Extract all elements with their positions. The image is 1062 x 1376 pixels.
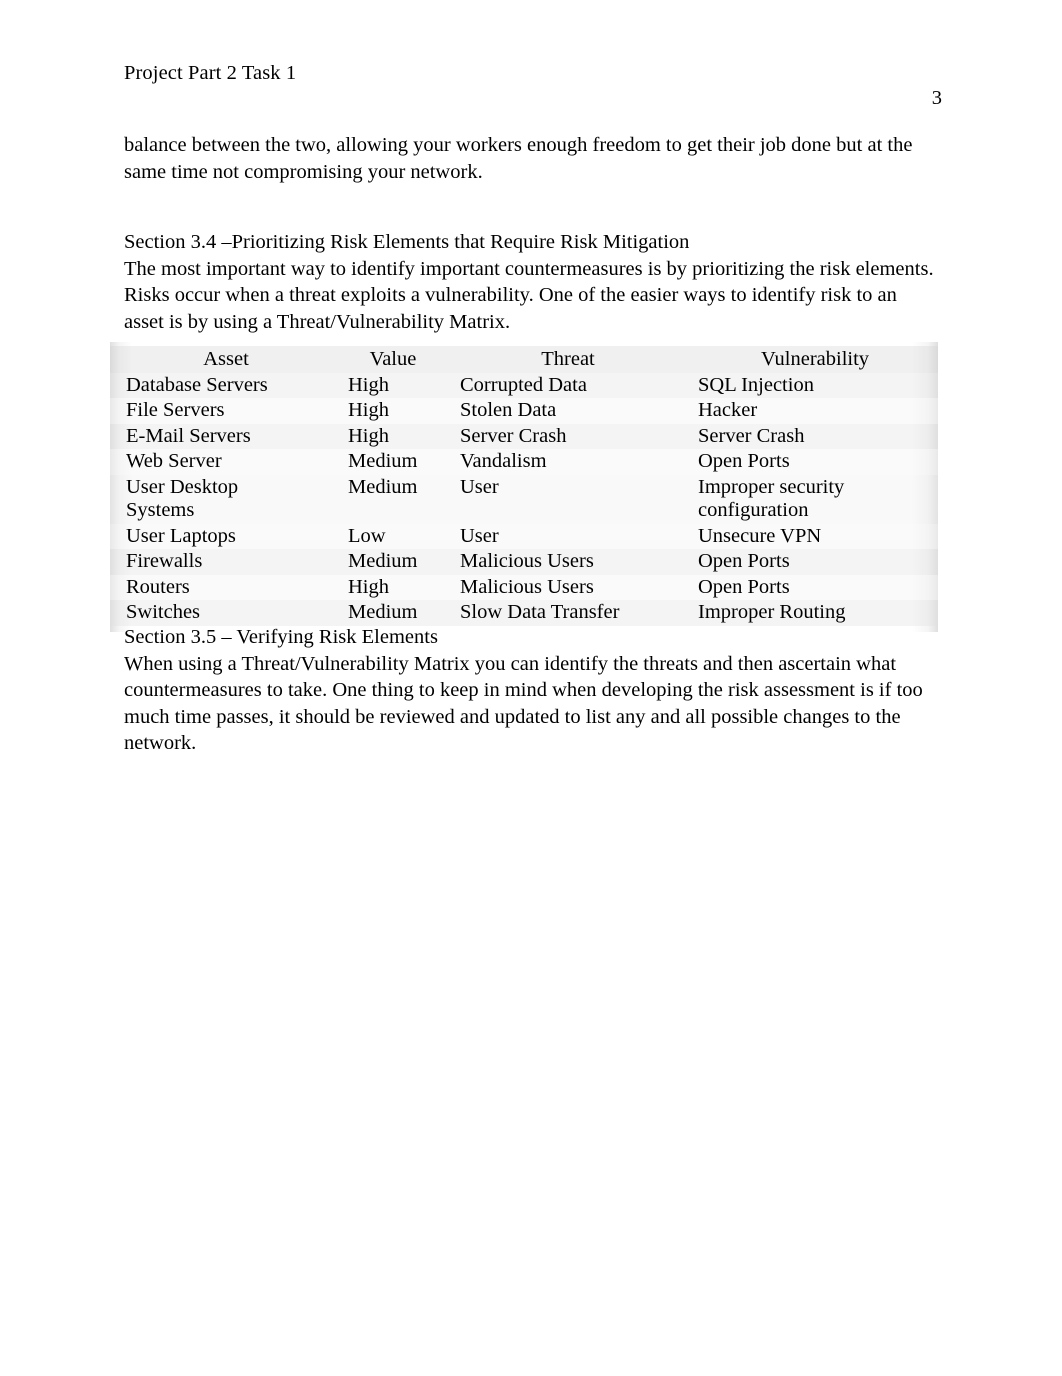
table-row: E-Mail Servers High Server Crash Server … [110,423,938,449]
cell-vulnerability: Open Ports [698,575,790,598]
cell-threat: User [460,475,499,498]
cell-value: Medium [348,601,418,623]
cell-value: High [348,424,389,447]
cell-value: Medium [348,550,418,572]
column-header-threat: Threat [541,348,595,370]
table-row: Database Servers High Corrupted Data SQL… [110,372,938,398]
cell-asset: E-Mail Servers [126,424,251,447]
document-page: Project Part 2 Task 1 3 balance between … [0,0,1062,1376]
cell-asset: File Servers [126,399,225,421]
cell-value: Medium [348,475,418,498]
matrix-table-head: Asset Value Threat Vulnerability [110,346,938,373]
cell-value: Medium [348,450,418,472]
table-row: User Desktop Systems Medium User Imprope… [110,474,938,524]
page-number: 3 [931,87,942,109]
cell-asset: User Desktop Systems [110,475,332,524]
table-row: File Servers High Stolen Data Hacker [110,398,938,424]
cell-threat: Vandalism [460,450,547,472]
cell-vulnerability: Improper security configuration [682,475,938,524]
table-row: User Laptops Low User Unsecure VPN [110,523,938,549]
cell-asset: User Laptops [126,524,236,547]
matrix-table: Asset Value Threat Vulnerability Databas… [110,346,938,626]
cell-vulnerability: Open Ports [698,550,790,572]
cell-value: High [348,373,389,396]
table-row: Routers High Malicious Users Open Ports [110,574,938,600]
threat-vulnerability-matrix: Asset Value Threat Vulnerability Databas… [110,342,938,632]
cell-vulnerability: SQL Injection [698,373,814,396]
cell-vulnerability: Open Ports [698,450,790,472]
table-row: Firewalls Medium Malicious Users Open Po… [110,549,938,575]
cell-vulnerability: Unsecure VPN [698,524,822,547]
section-3-4-block: Section 3.4 –Prioritizing Risk Elements … [124,229,936,335]
cell-value: Low [348,524,386,547]
section-3-4-heading: Section 3.4 –Prioritizing Risk Elements … [124,231,690,253]
matrix-header-row: Asset Value Threat Vulnerability [110,346,938,373]
matrix-table-body: Database Servers High Corrupted Data SQL… [110,372,938,626]
intro-paragraph-block: balance between the two, allowing your w… [124,132,936,185]
section-3-5-paragraph: When using a Threat/Vulnerability Matrix… [124,652,923,755]
cell-asset: Web Server [126,450,222,472]
cell-value: High [348,399,389,421]
cell-asset-line-2: Systems [126,499,195,521]
cell-threat: Malicious Users [460,550,594,572]
cell-vulnerability: Improper Routing [698,601,846,623]
cell-threat: Server Crash [460,424,567,447]
table-row: Web Server Medium Vandalism Open Ports [110,449,938,475]
cell-asset: Routers [126,575,190,598]
cell-threat: Corrupted Data [460,373,587,396]
cell-threat: User [460,524,499,547]
cell-threat: Stolen Data [460,399,557,421]
column-header-asset: Asset [203,348,249,370]
cell-vulnerability: Hacker [698,399,758,421]
column-header-value: Value [369,348,417,370]
table-row: Switches Medium Slow Data Transfer Impro… [110,600,938,626]
cell-asset: Database Servers [126,373,268,396]
cell-vulnerability: Server Crash [698,424,805,447]
section-3-5-heading: Section 3.5 – Verifying Risk Elements [124,626,438,648]
cell-vulnerability-line-1: Improper security [698,475,845,498]
cell-vulnerability-line-2: configuration [698,499,809,521]
document-header-title: Project Part 2 Task 1 [124,62,297,84]
cell-threat: Slow Data Transfer [460,601,620,623]
cell-asset-line-1: User Desktop [126,475,239,498]
section-3-4-paragraph: The most important way to identify impor… [124,257,934,333]
cell-value: High [348,575,389,598]
cell-threat: Malicious Users [460,575,594,598]
intro-paragraph: balance between the two, allowing your w… [124,134,913,183]
section-3-5-block: Section 3.5 – Verifying Risk Elements Wh… [124,624,936,757]
column-header-vulnerability: Vulnerability [760,348,870,370]
cell-asset: Firewalls [126,550,203,572]
cell-asset: Switches [126,601,201,623]
